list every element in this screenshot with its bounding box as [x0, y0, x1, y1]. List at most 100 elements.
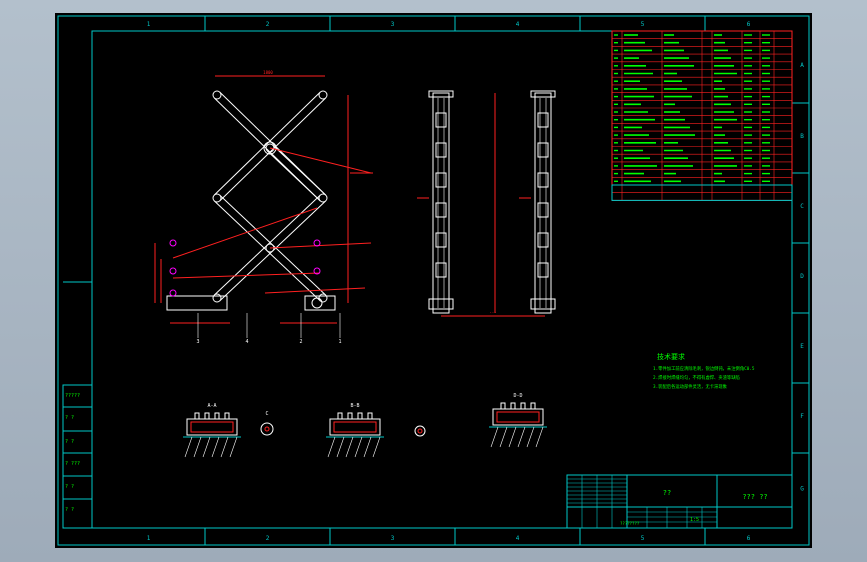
detail-circle-C-core [264, 426, 270, 432]
zone-col-label-top: 2 [266, 21, 270, 28]
leader-line [184, 436, 193, 458]
zone-col-label-bottom: 5 [641, 535, 645, 542]
drawing-sheet: 1 1 2 2 3 3 4 4 5 5 6 6 A B C D E F G????? ? ? ? ? ? ??? ? ? ? … [55, 13, 812, 548]
zone-col-label-bottom: 1 [147, 535, 151, 542]
section-label: A-A [207, 403, 216, 409]
left-strip-text: ? ??? [65, 461, 80, 467]
zone-row-label: D [800, 273, 804, 280]
zone-col-label-bottom: 2 [266, 535, 270, 542]
scissor-arm-edge [213, 91, 321, 196]
zone-row-label: C [800, 203, 804, 210]
balloon-number: 2 [299, 339, 302, 345]
leader-line [220, 436, 229, 458]
left-strip-text: ? ? [65, 507, 74, 513]
section-body [492, 408, 544, 426]
zone-col-label-bottom: 6 [747, 535, 751, 542]
leader-line [535, 426, 544, 448]
leader-line [193, 436, 202, 458]
side-bracket [537, 172, 549, 188]
base-left-foot [166, 295, 228, 311]
leader-line [363, 436, 372, 458]
leader-line [526, 426, 535, 448]
tech-req-line: 2.焊接时焊缝均匀，不得有虚焊、夹渣等缺陷 [653, 374, 740, 381]
title-block-scale: 1:5 [690, 517, 699, 523]
left-strip-text: ? ? [65, 484, 74, 490]
balloon-number: 1 [338, 339, 341, 345]
zone-row-label: B [800, 133, 804, 140]
side-bracket [435, 172, 447, 188]
title-block-drawing-no: ??? ?? [742, 493, 767, 501]
cylinder-line [269, 147, 372, 174]
cylinder-line [269, 242, 372, 249]
cylinder-line [264, 287, 366, 294]
side-elevation-right [519, 90, 556, 314]
leader-line [211, 436, 220, 458]
inner-frame [91, 30, 793, 529]
title-block-main-title: ?? [663, 489, 671, 497]
side-bracket [435, 142, 447, 158]
cad-drawing-canvas: 1 1 2 2 3 3 4 4 5 5 6 6 A B C D E F G????? ? ? ? ? ? ??? ? ? ? … [57, 15, 810, 546]
base-right-foot [304, 295, 336, 311]
side-bracket [537, 232, 549, 248]
detail-circle-2-core [417, 428, 423, 434]
section-bolt [214, 412, 220, 420]
hinge-marker [169, 267, 177, 275]
section-bolt [224, 412, 230, 420]
side-elevation-left [417, 90, 454, 314]
section-bolt [347, 412, 353, 420]
leader-line [202, 436, 211, 458]
section-bolt [194, 412, 200, 420]
pivot-pin [318, 193, 328, 203]
side-bracket [537, 262, 549, 278]
leader-line [508, 426, 517, 448]
title-block-stamp: ???????? [620, 521, 640, 526]
balloon-number: 3 [196, 339, 199, 345]
leader-line [345, 436, 354, 458]
leader-line [354, 436, 363, 458]
tech-req-heading: 技术要求 [657, 352, 685, 361]
hinge-marker [169, 289, 177, 297]
section-bolt [367, 412, 373, 420]
zone-row-label: A [800, 62, 804, 69]
pivot-pin [318, 90, 328, 100]
section-bolt [337, 412, 343, 420]
zone-col-label-top: 6 [747, 21, 751, 28]
hinge-marker [169, 239, 177, 247]
side-bracket [537, 112, 549, 128]
zone-col-label-bottom: 4 [516, 535, 520, 542]
leader-line [229, 436, 238, 458]
zone-row-label: E [800, 343, 804, 350]
side-bracket [537, 142, 549, 158]
side-bracket [435, 112, 447, 128]
section-bolt [500, 402, 506, 410]
cad-viewer-window: 1 1 2 2 3 3 4 4 5 5 6 6 A B C D E F G????? ? ? ? ? ? ??? ? ? ? … [0, 0, 867, 562]
zone-col-label-top: 1 [147, 21, 151, 28]
zone-col-label-top: 4 [516, 21, 520, 28]
section-label: B-B [350, 403, 359, 409]
pivot-pin [212, 193, 222, 203]
pivot-pin [318, 293, 328, 303]
section-view-A-A: A-A [183, 403, 241, 458]
side-bracket [537, 202, 549, 218]
leader-line [517, 426, 526, 448]
zone-row-label: G [800, 486, 804, 493]
base-roller [311, 297, 323, 309]
detail-circle-C [260, 422, 274, 436]
section-body [186, 418, 238, 436]
leader-line [499, 426, 508, 448]
section-view-B-B: B-B [326, 403, 384, 458]
scissor-arm-edge [219, 97, 327, 202]
leader-line [327, 436, 336, 458]
section-inner [496, 411, 540, 423]
section-inner [333, 421, 377, 433]
section-label: D-D [513, 393, 522, 399]
section-body [329, 418, 381, 436]
scissor-lift-front-view: 1800 3 4 2 1 [154, 70, 373, 345]
section-bolt [520, 402, 526, 410]
balloon-number: 4 [245, 339, 248, 345]
leader-line [490, 426, 499, 448]
section-bolt [204, 412, 210, 420]
section-bolt [510, 402, 516, 410]
side-bracket [435, 232, 447, 248]
pivot-pin [212, 90, 222, 100]
